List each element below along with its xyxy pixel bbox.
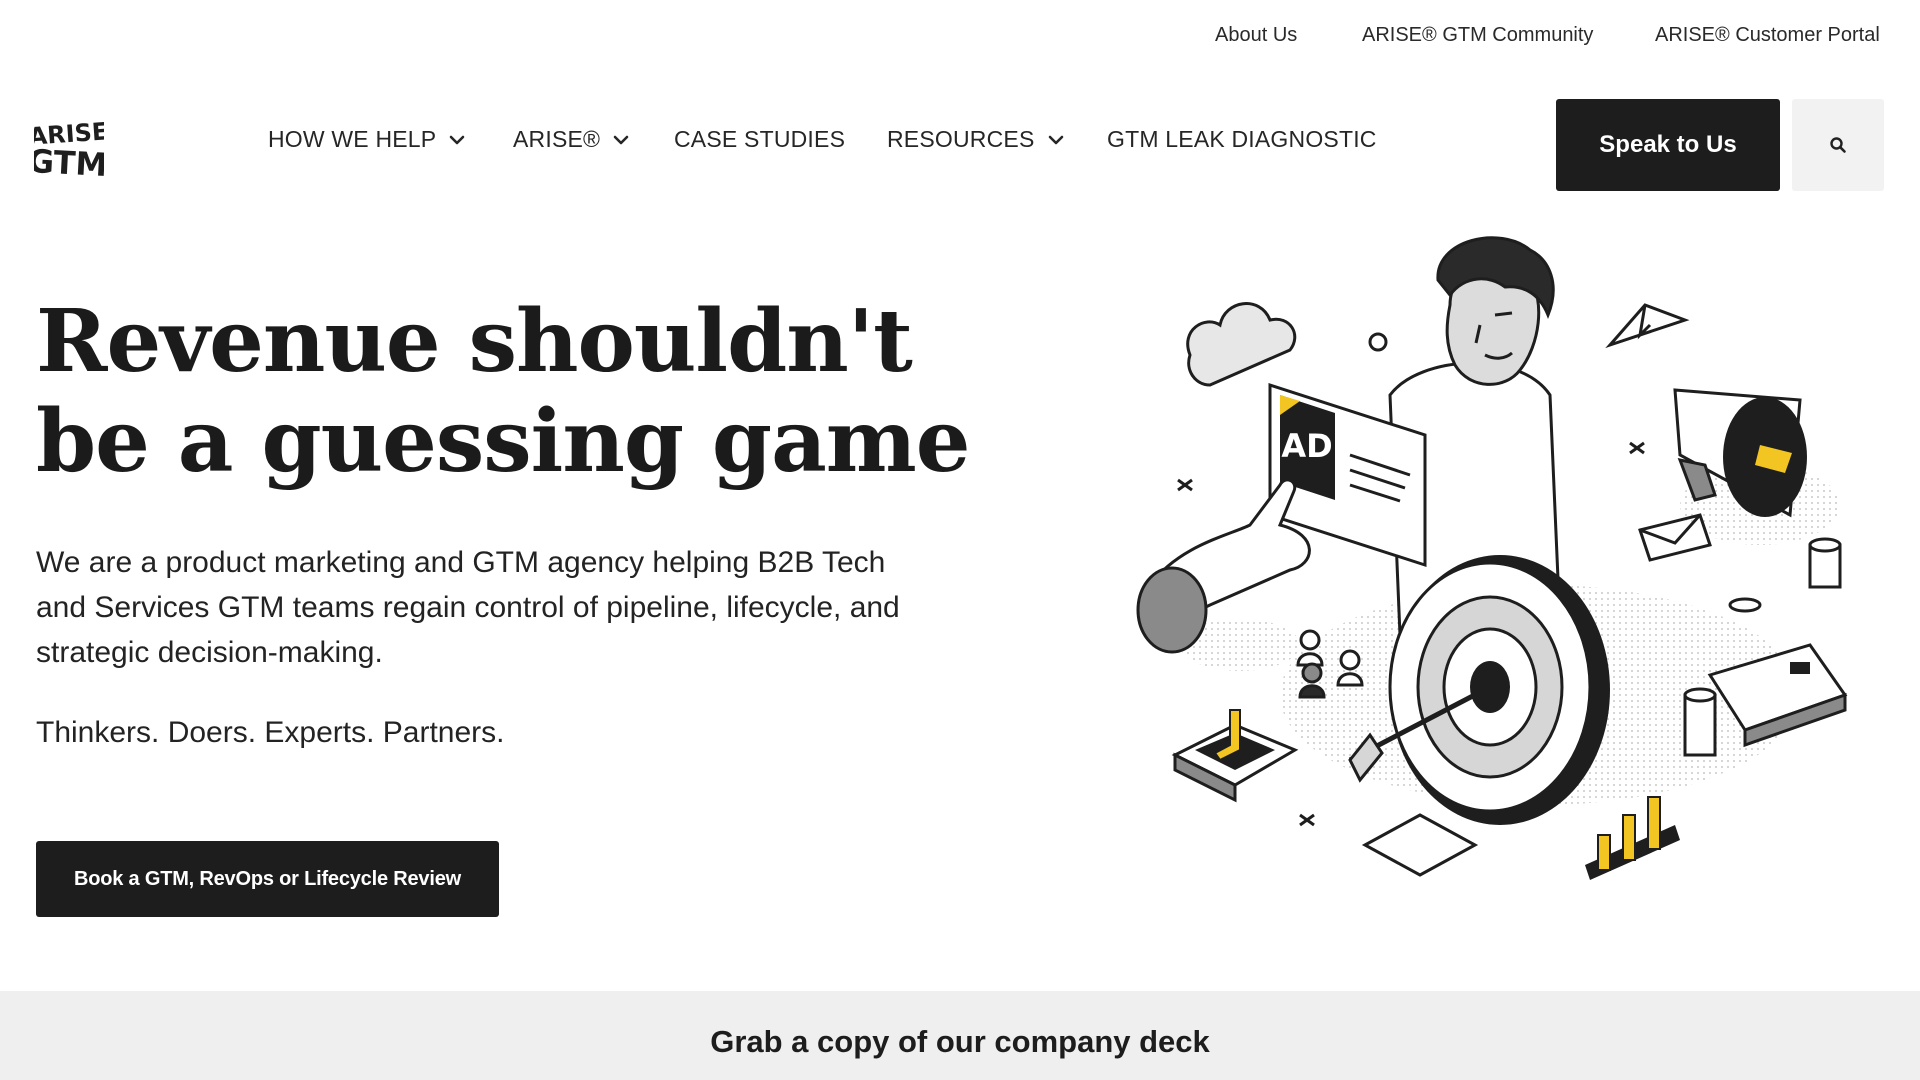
svg-text:AD: AD [1281, 427, 1332, 465]
nav-resources[interactable]: RESOURCES [887, 126, 1065, 153]
chevron-down-icon [613, 135, 629, 144]
megaphone-icon [1673, 388, 1807, 518]
svg-text:GTM: GTM [34, 142, 104, 182]
hero-title-line1: Revenue shouldn't [36, 291, 913, 392]
nav-arise[interactable]: ARISE® [513, 126, 630, 153]
about-us-link[interactable]: About Us [1215, 24, 1297, 47]
speak-to-us-button[interactable]: Speak to Us [1556, 99, 1780, 191]
book-review-button[interactable]: Book a GTM, RevOps or Lifecycle Review [36, 841, 499, 917]
hero-title: Revenue shouldn't be a guessing game [36, 291, 971, 492]
utility-nav: About Us ARISE® GTM Community ARISE® Cus… [0, 0, 1920, 70]
cloud-icon [1186, 302, 1297, 387]
nav-how-we-help[interactable]: HOW WE HELP [268, 126, 466, 153]
nav-case-studies-label: CASE STUDIES [674, 126, 846, 152]
checkbox-tile-icon [1171, 709, 1299, 803]
search-icon [1830, 137, 1846, 153]
hero-illustration: AD [1136, 236, 1848, 880]
nav-arise-label: ARISE® [513, 126, 601, 152]
chevron-down-icon [1048, 135, 1063, 144]
hero-description: We are a product marketing and GTM agenc… [36, 546, 900, 669]
envelope-icon [1638, 513, 1712, 562]
gtm-community-link[interactable]: ARISE® GTM Community [1362, 24, 1593, 47]
nav-gtm-leak-diagnostic[interactable]: GTM LEAK DIAGNOSTIC [1107, 126, 1377, 153]
nav-gtm-leak-diagnostic-label: GTM LEAK DIAGNOSTIC [1107, 126, 1377, 152]
bar-chart-icon [1585, 796, 1680, 880]
chevron-down-icon [450, 135, 465, 144]
document-icon [1361, 813, 1479, 877]
paper-plane-icon [1605, 303, 1690, 349]
nav-resources-label: RESOURCES [887, 126, 1035, 152]
nav-how-we-help-label: HOW WE HELP [268, 126, 437, 152]
arise-gtm-logo[interactable]: ARISE GTM [27, 112, 109, 184]
nav-case-studies[interactable]: CASE STUDIES [674, 126, 845, 153]
company-deck-title: Grab a copy of our company deck [710, 1024, 1210, 1059]
hero-tagline: Thinkers. Doers. Experts. Partners. [36, 716, 505, 749]
hero-title-line2: be a guessing game [36, 391, 971, 492]
customer-portal-link[interactable]: ARISE® Customer Portal [1655, 24, 1880, 47]
search-button[interactable] [1792, 99, 1884, 191]
